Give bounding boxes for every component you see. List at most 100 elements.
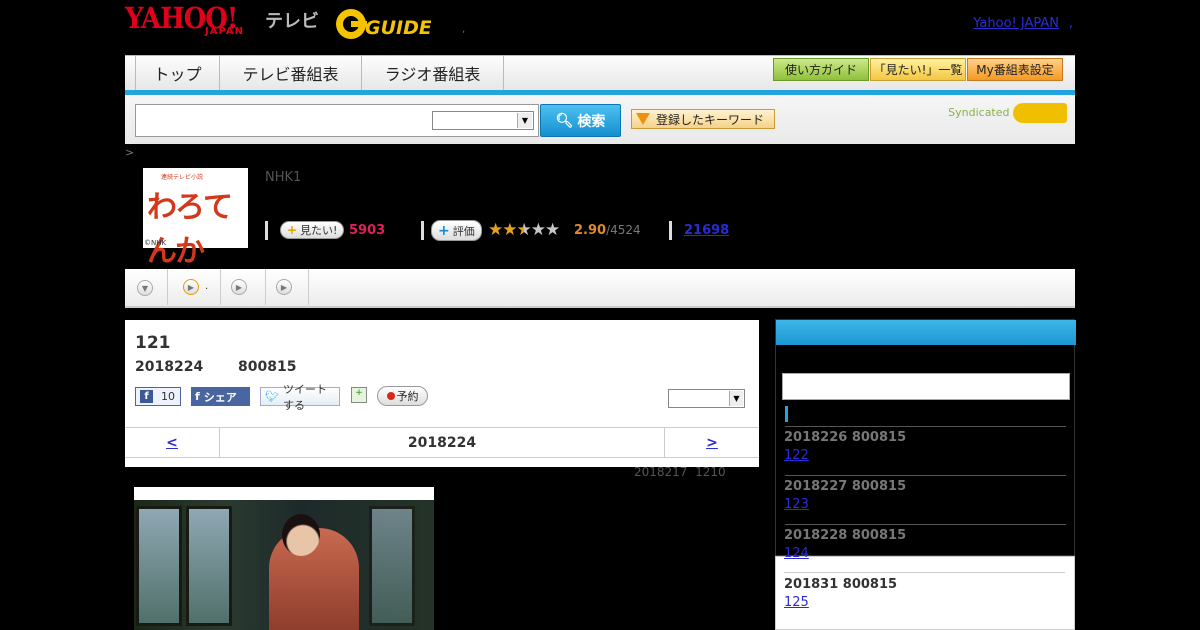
tab-play-icon[interactable]: ▶ bbox=[231, 279, 247, 295]
updated-timestamp: 2018217 1210 bbox=[634, 465, 726, 479]
chevron-down-icon: ▼ bbox=[729, 391, 743, 406]
sidebar-field[interactable] bbox=[782, 373, 1070, 400]
gguide-logo-text: GUIDE bbox=[365, 17, 431, 39]
episode-select[interactable]: ▼ bbox=[668, 389, 745, 408]
breadcrumb[interactable]: > bbox=[125, 146, 134, 159]
sidebar-episode-item[interactable]: 2018226 800815 122 bbox=[784, 430, 906, 463]
tab-radio-guide[interactable]: ラジオ番組表 bbox=[362, 56, 504, 90]
star-icon: ★ bbox=[488, 220, 503, 240]
sidebar-episode-date: 2018228 800815 bbox=[784, 528, 907, 543]
sidebar-episode-link[interactable]: 123 bbox=[784, 497, 856, 512]
program-thumbnail: 連続テレビ小説 わろてんか ©NHK bbox=[143, 168, 248, 269]
sidebar-episode-item[interactable]: 201831 800815 125 bbox=[784, 577, 897, 610]
sidebar-episode-item[interactable]: 2018228 800815 124 bbox=[784, 528, 906, 561]
facebook-like-button[interactable]: f 10 bbox=[135, 387, 181, 406]
saved-keyword-button[interactable]: 登録したキーワード bbox=[631, 109, 775, 129]
sidebar-divider bbox=[784, 572, 1065, 573]
window-pane bbox=[369, 506, 415, 626]
tab-expand-icon[interactable]: ▼ bbox=[137, 280, 153, 296]
content-tabs: ▼ ▶ . ▶ ▶ bbox=[125, 269, 1075, 308]
sidebar-episode-link[interactable]: 124 bbox=[784, 546, 856, 561]
header-dot: , bbox=[462, 24, 466, 35]
rating-label: 評価 bbox=[452, 224, 475, 238]
star-icon: ★ bbox=[530, 220, 546, 240]
star-icon: ★ bbox=[502, 220, 517, 240]
reserve-label: 予約 bbox=[396, 390, 419, 403]
header-comma: , bbox=[1068, 16, 1073, 31]
tab-tv-guide[interactable]: テレビ番組表 bbox=[220, 56, 362, 90]
episode-pager: < 2018224 > bbox=[125, 427, 759, 458]
star-icon: ★ bbox=[545, 220, 560, 240]
usage-guide-button[interactable]: 使い方ガイド bbox=[773, 58, 869, 81]
yahoo-japan-link[interactable]: Yahoo! JAPAN bbox=[973, 16, 1059, 31]
pager-current-date: 2018224 bbox=[407, 434, 477, 451]
mitai-label: 見たい! bbox=[300, 224, 338, 237]
channel-name: NHK1 bbox=[265, 170, 302, 185]
sidebar-episode-item[interactable]: 2018227 800815 123 bbox=[784, 479, 906, 512]
tv-logo-text: テレビ bbox=[265, 11, 319, 32]
rating-value: 2.90/4524 bbox=[574, 223, 641, 238]
twitter-bird-icon: 🐦︎ bbox=[265, 390, 279, 403]
facebook-icon: f bbox=[140, 390, 153, 403]
sidebar-episode-link[interactable]: 125 bbox=[784, 595, 856, 610]
thumb-title: わろてんか bbox=[147, 190, 233, 269]
search-button-label: 検索 bbox=[577, 113, 606, 130]
previous-episode-link[interactable]: < bbox=[125, 428, 220, 457]
my-guide-settings-button[interactable]: My番組表設定 bbox=[967, 58, 1063, 81]
tab-play-icon[interactable]: ▶ bbox=[183, 279, 199, 295]
tweet-label: ツイートする bbox=[282, 382, 327, 412]
sidebar-divider bbox=[785, 475, 1066, 476]
window-pane bbox=[186, 506, 232, 626]
gguide-mini-icon bbox=[1013, 103, 1067, 123]
episode-photo-frame bbox=[134, 487, 434, 630]
person-head bbox=[282, 514, 320, 556]
rating-stars: ★★★★★ bbox=[488, 220, 560, 240]
star-half-icon: ★ bbox=[516, 220, 532, 240]
plus-icon: + bbox=[438, 222, 450, 239]
search-icon: 🔍︎ bbox=[555, 112, 574, 129]
tab-top[interactable]: トップ bbox=[135, 56, 220, 90]
facebook-share-label: シェア bbox=[203, 390, 237, 404]
facebook-icon: f bbox=[195, 390, 200, 403]
sidebar-accent-marker bbox=[785, 406, 788, 422]
episode-photo bbox=[134, 500, 434, 630]
rating-total: /4524 bbox=[606, 223, 641, 237]
mitai-button[interactable]: + 見たい! bbox=[280, 221, 345, 239]
stat-divider bbox=[669, 221, 672, 240]
tweet-button[interactable]: 🐦︎ ツイートする bbox=[260, 383, 340, 412]
reserve-button[interactable]: 予約 bbox=[377, 386, 428, 406]
tab-divider bbox=[220, 269, 221, 305]
updated-date: 2018217 bbox=[634, 465, 688, 479]
record-dot-icon bbox=[386, 392, 395, 400]
tab-divider bbox=[265, 269, 266, 305]
chevron-down-icon: ▼ bbox=[517, 113, 532, 128]
window-pane bbox=[136, 506, 182, 626]
search-category-select[interactable]: ▼ bbox=[432, 111, 534, 130]
mitai-list-button[interactable]: 「見たい!」一覧 bbox=[870, 58, 966, 81]
sidebar-episode-link[interactable]: 122 bbox=[784, 448, 856, 463]
dropdown-triangle-icon bbox=[636, 113, 650, 125]
updated-time: 1210 bbox=[695, 465, 726, 479]
search-button[interactable]: 🔍︎ 検索 bbox=[540, 104, 621, 137]
sidebar-episode-date: 2018226 800815 bbox=[784, 430, 907, 445]
tab-label: . bbox=[205, 281, 209, 292]
next-episode-link[interactable]: > bbox=[664, 428, 759, 457]
episode-date: 2018224 bbox=[135, 359, 204, 375]
plus-icon: + bbox=[287, 223, 298, 237]
episode-panel: 121 2018224 800815 f 10 f シェア 🐦︎ ツイートする … bbox=[125, 320, 759, 467]
calendar-add-icon[interactable]: + bbox=[351, 387, 367, 403]
syndicated-text: Syndicated bbox=[948, 106, 1010, 119]
view-count-link[interactable]: 21698 bbox=[684, 223, 729, 238]
sidebar-episode-date: 2018227 800815 bbox=[784, 479, 907, 494]
yahoo-japan-logo-sub: JAPAN bbox=[205, 26, 244, 37]
tab-divider bbox=[167, 269, 168, 305]
thumb-series-label: 連続テレビ小説 bbox=[161, 174, 204, 181]
facebook-share-button[interactable]: f シェア bbox=[191, 387, 250, 406]
sidebar-divider bbox=[785, 426, 1066, 427]
rate-button[interactable]: + 評価 bbox=[431, 220, 482, 241]
sidebar-divider bbox=[785, 524, 1066, 525]
gguide-logo[interactable]: GUIDE bbox=[335, 7, 431, 41]
facebook-like-count: 10 bbox=[161, 390, 175, 403]
site-header: YAHOO! JAPAN テレビ GUIDE , Yahoo! JAPAN , bbox=[125, 0, 1075, 55]
tab-play-icon[interactable]: ▶ bbox=[276, 279, 292, 295]
